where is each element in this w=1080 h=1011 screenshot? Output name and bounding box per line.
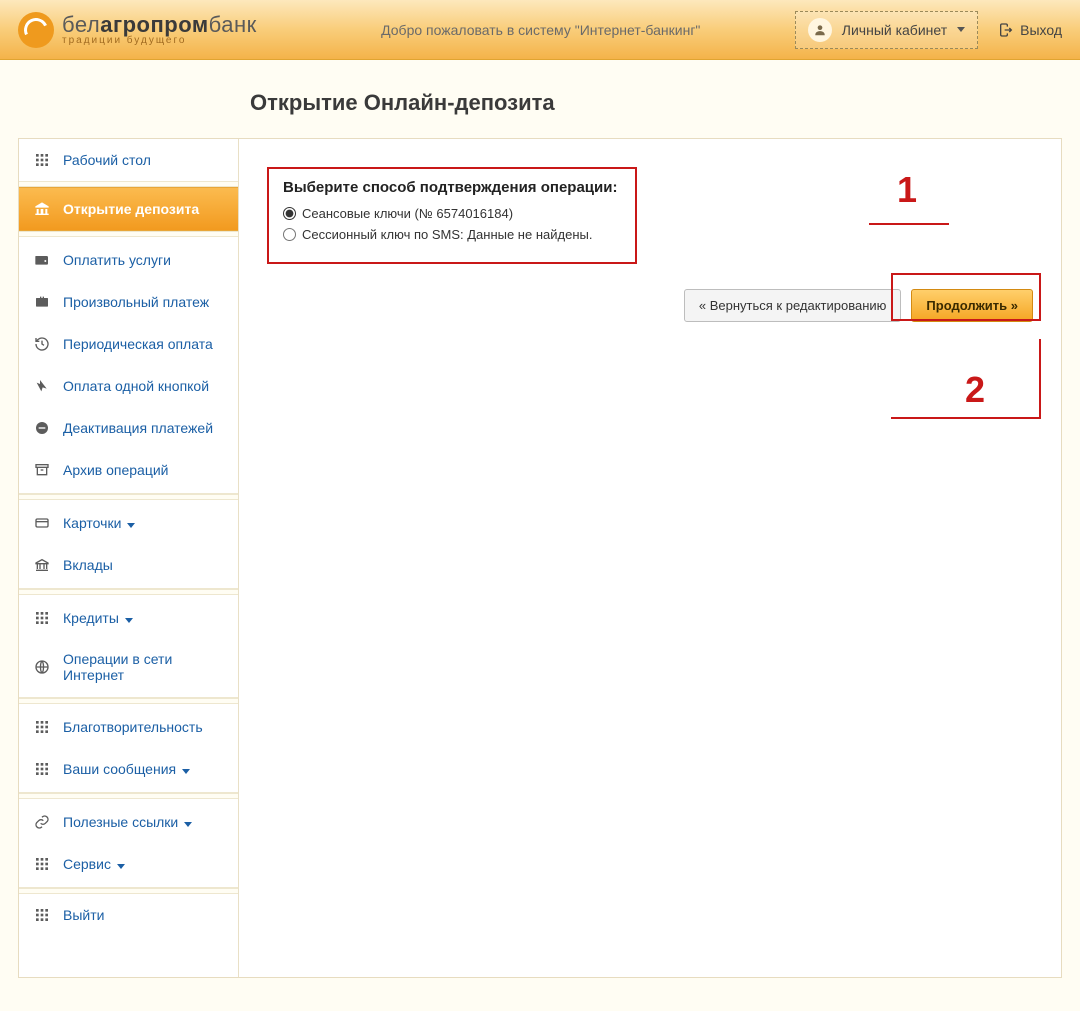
grid-icon — [33, 760, 51, 778]
confirmation-title: Выберите способ подтверждения операции: — [283, 179, 621, 196]
chevron-down-icon — [182, 769, 190, 774]
brand-name: белагропромбанк — [62, 13, 257, 36]
radio-input-sms-key[interactable] — [283, 228, 296, 241]
user-icon — [808, 18, 832, 42]
header-bar: белагропромбанк традиции будущего Добро … — [0, 0, 1080, 60]
annotation-number-2: 2 — [965, 369, 985, 411]
sidebar-item-deposits[interactable]: Вклады — [19, 544, 238, 586]
annotation-number-1: 1 — [897, 169, 917, 211]
sidebar-item-label: Операции в сети Интернет — [63, 651, 224, 683]
sidebar-item-label: Деактивация платежей — [63, 420, 224, 436]
sidebar-item-internet-ops[interactable]: Операции в сети Интернет — [19, 639, 238, 695]
grid-icon — [33, 718, 51, 736]
grid-icon — [33, 855, 51, 873]
sidebar-item-label: Периодическая оплата — [63, 336, 224, 352]
brand-tagline: традиции будущего — [62, 36, 257, 47]
briefcase-icon — [33, 293, 51, 311]
welcome-text: Добро пожаловать в систему "Интернет-бан… — [287, 22, 795, 38]
logout-label: Выход — [1020, 22, 1062, 38]
sidebar-item-operations-archive[interactable]: Архив операций — [19, 449, 238, 491]
history-icon — [33, 335, 51, 353]
radio-sms-key[interactable]: Сессионный ключ по SMS: Данные не найден… — [283, 227, 621, 242]
sidebar-item-deactivate-payments[interactable]: Деактивация платежей — [19, 407, 238, 449]
globe-icon — [33, 658, 51, 676]
sidebar-item-label: Рабочий стол — [63, 152, 224, 168]
sidebar-item-label: Оплата одной кнопкой — [63, 378, 224, 394]
chevron-down-icon — [957, 27, 965, 32]
cabinet-dropdown[interactable]: Личный кабинет — [795, 11, 978, 49]
sidebar-item-label: Вклады — [63, 557, 224, 573]
radio-label: Сессионный ключ по SMS: Данные не найден… — [302, 227, 592, 242]
chevron-down-icon — [125, 618, 133, 623]
sidebar-item-label: Архив операций — [63, 462, 224, 478]
chevron-down-icon — [184, 822, 192, 827]
page-title: Открытие Онлайн-депозита — [0, 60, 1080, 138]
sidebar-item-pay-services[interactable]: Оплатить услуги — [19, 239, 238, 281]
sidebar-item-service[interactable]: Сервис — [19, 843, 238, 885]
logo[interactable]: белагропромбанк традиции будущего — [18, 12, 257, 48]
sidebar-item-label: Сервис — [63, 856, 224, 872]
sidebar-item-label: Благотворительность — [63, 719, 224, 735]
annotation-highlight-2 — [891, 273, 1041, 321]
cabinet-label: Личный кабинет — [842, 22, 947, 38]
sidebar-item-label: Произвольный платеж — [63, 294, 224, 310]
bank-icon — [33, 200, 51, 218]
sidebar-item-label: Выйти — [63, 907, 224, 923]
main-content: Выберите способ подтверждения операции: … — [239, 139, 1061, 977]
sidebar: Рабочий стол Открытие депозита Оплатить … — [19, 139, 239, 977]
wallet-icon — [33, 251, 51, 269]
sidebar-item-cards[interactable]: Карточки — [19, 502, 238, 544]
sidebar-item-label: Оплатить услуги — [63, 252, 224, 268]
sidebar-item-charity[interactable]: Благотворительность — [19, 706, 238, 748]
sidebar-item-arbitrary-payment[interactable]: Произвольный платеж — [19, 281, 238, 323]
chevron-down-icon — [127, 523, 135, 528]
sidebar-item-credits[interactable]: Кредиты — [19, 597, 238, 639]
sidebar-item-one-button-pay[interactable]: Оплата одной кнопкой — [19, 365, 238, 407]
sidebar-item-messages[interactable]: Ваши сообщения — [19, 748, 238, 790]
sidebar-item-useful-links[interactable]: Полезные ссылки — [19, 801, 238, 843]
sidebar-item-label: Полезные ссылки — [63, 814, 224, 830]
sidebar-item-exit[interactable]: Выйти — [19, 894, 238, 936]
annotation-line-1 — [869, 223, 949, 225]
sidebar-item-label: Кредиты — [63, 610, 224, 626]
radio-label: Сеансовые ключи (№ 6574016184) — [302, 206, 513, 221]
chevron-down-icon — [117, 864, 125, 869]
logo-icon — [18, 12, 54, 48]
grid-icon — [33, 609, 51, 627]
sidebar-item-label: Ваши сообщения — [63, 761, 224, 777]
sidebar-item-open-deposit[interactable]: Открытие депозита — [19, 187, 238, 231]
click-icon — [33, 377, 51, 395]
grid-icon — [33, 906, 51, 924]
logout-icon — [998, 22, 1014, 38]
confirmation-method-box: Выберите способ подтверждения операции: … — [267, 167, 637, 264]
sidebar-item-periodic-payment[interactable]: Периодическая оплата — [19, 323, 238, 365]
content-container: Рабочий стол Открытие депозита Оплатить … — [18, 138, 1062, 978]
card-icon — [33, 514, 51, 532]
sidebar-item-label: Карточки — [63, 515, 224, 531]
archive-icon — [33, 461, 51, 479]
bank-icon — [33, 556, 51, 574]
radio-session-keys[interactable]: Сеансовые ключи (№ 6574016184) — [283, 206, 621, 221]
cancel-icon — [33, 419, 51, 437]
logout-link[interactable]: Выход — [998, 22, 1062, 38]
sidebar-item-label: Открытие депозита — [63, 201, 224, 217]
radio-input-session-keys[interactable] — [283, 207, 296, 220]
back-button[interactable]: « Вернуться к редактированию — [684, 289, 902, 322]
grid-icon — [33, 151, 51, 169]
link-icon — [33, 813, 51, 831]
sidebar-item-dashboard[interactable]: Рабочий стол — [19, 139, 238, 181]
